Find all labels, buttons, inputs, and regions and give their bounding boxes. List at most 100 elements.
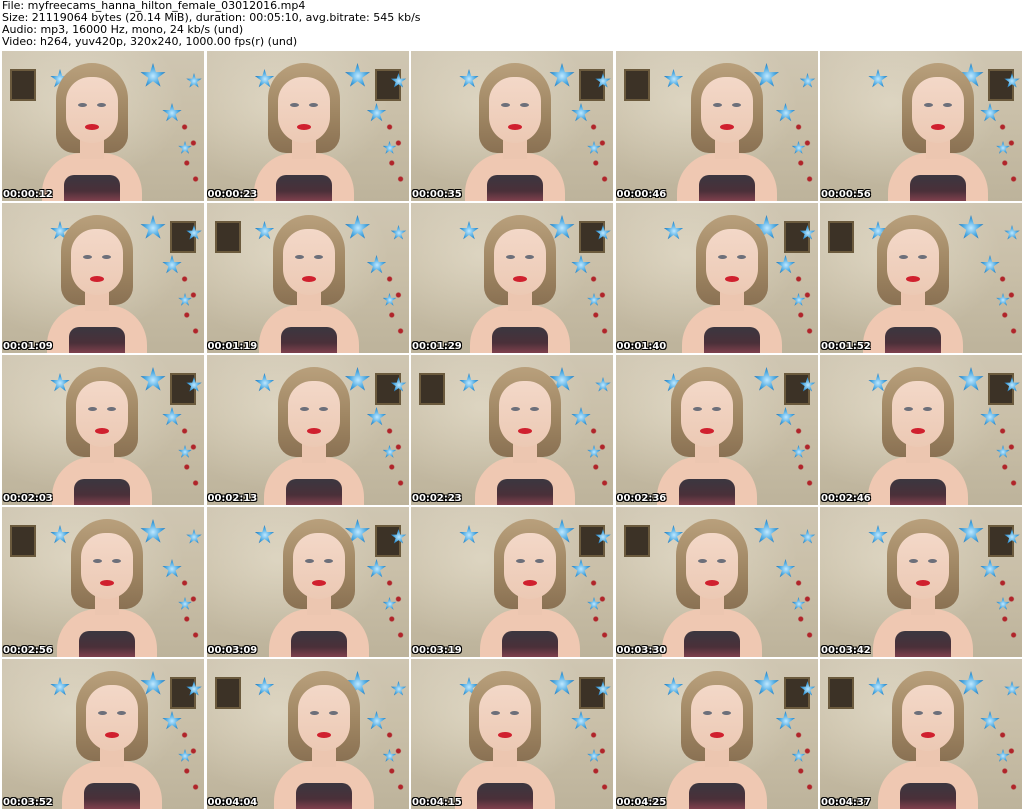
file-info-header: File: myfreecams_hanna_hilton_female_030… (2, 0, 1022, 48)
frame-timestamp: 00:02:13 (207, 493, 258, 504)
video-frame-thumbnail: 00:01:29 (411, 203, 613, 353)
person-figure (52, 367, 152, 505)
red-berry-branches (587, 567, 609, 647)
red-berry-branches (996, 719, 1018, 799)
face (297, 685, 350, 751)
clothing-top (688, 783, 745, 809)
left-eye (501, 103, 510, 107)
red-lips (306, 428, 321, 434)
left-eye (289, 103, 299, 107)
face (81, 533, 133, 599)
person-figure (258, 215, 359, 353)
face (685, 533, 738, 599)
person-figure (873, 519, 973, 657)
wall-picture-frame (10, 69, 36, 101)
right-eye (117, 711, 126, 715)
red-berry-branches (587, 263, 609, 343)
face (287, 381, 340, 447)
clothing-top (275, 175, 332, 201)
left-eye (98, 711, 107, 715)
frame-timestamp: 00:01:52 (821, 341, 871, 352)
clothing-top (497, 479, 553, 505)
person-figure (878, 671, 978, 809)
right-eye (510, 711, 519, 715)
right-eye (928, 559, 937, 563)
frame-timestamp: 00:02:23 (412, 493, 462, 504)
red-berry-branches (587, 111, 609, 191)
left-eye (717, 255, 727, 259)
clothing-top (885, 327, 941, 353)
red-berry-branches (178, 415, 200, 495)
right-eye (933, 711, 942, 715)
right-eye (530, 407, 539, 411)
red-berry-branches (996, 111, 1018, 191)
red-berry-branches (382, 263, 405, 343)
wall-picture-frame (214, 221, 241, 253)
wall-picture-frame (214, 677, 241, 709)
red-lips (90, 276, 104, 282)
left-eye (702, 711, 712, 715)
right-eye (918, 255, 927, 259)
red-berry-branches (178, 719, 200, 799)
red-lips (316, 732, 331, 738)
left-eye (83, 255, 92, 259)
face (680, 381, 733, 447)
person-figure (455, 671, 555, 809)
person-figure (470, 215, 570, 353)
clothing-top (492, 327, 548, 353)
clothing-top (64, 175, 120, 201)
person-figure (263, 367, 364, 505)
video-frame-thumbnail: 00:02:46 (820, 355, 1022, 505)
face (897, 533, 949, 599)
red-lips (719, 124, 734, 130)
clothing-top (477, 783, 533, 809)
right-eye (323, 559, 333, 563)
red-lips (301, 276, 316, 282)
frame-timestamp: 00:02:56 (3, 645, 53, 656)
right-eye (102, 255, 111, 259)
red-berry-branches (382, 415, 405, 495)
red-berry-branches (178, 567, 200, 647)
face (479, 685, 531, 751)
video-frame-thumbnail: 00:02:03 (2, 355, 204, 505)
right-eye (313, 255, 323, 259)
red-berry-branches (587, 719, 609, 799)
wall-picture-frame (828, 221, 854, 253)
video-frame-thumbnail: 00:03:42 (820, 507, 1022, 657)
clothing-top (290, 631, 347, 657)
frame-timestamp: 00:03:30 (616, 645, 667, 656)
left-eye (491, 711, 500, 715)
red-lips (296, 124, 311, 130)
red-berry-branches (791, 719, 814, 799)
person-figure (666, 671, 767, 809)
face (494, 229, 546, 295)
frame-timestamp: 00:03:52 (3, 797, 53, 808)
video-frame-thumbnail: 00:00:12 (2, 51, 204, 201)
left-eye (304, 559, 314, 563)
clothing-top (79, 631, 135, 657)
clothing-top (900, 783, 956, 809)
left-eye (516, 559, 525, 563)
red-lips (704, 580, 719, 586)
person-figure (57, 519, 157, 657)
frame-timestamp: 00:02:36 (616, 493, 667, 504)
red-lips (724, 276, 739, 282)
video-frame-thumbnail: 00:02:36 (615, 355, 818, 505)
clothing-top (502, 631, 558, 657)
wall-picture-frame (828, 677, 854, 709)
video-frame-thumbnail: 00:01:19 (206, 203, 409, 353)
wall-picture-frame (623, 525, 650, 557)
red-berry-branches (178, 263, 200, 343)
wall-picture-frame (419, 373, 445, 405)
left-eye (511, 407, 520, 411)
red-berry-branches (791, 567, 814, 647)
frame-timestamp: 00:03:42 (821, 645, 871, 656)
video-frame-thumbnail: 00:03:09 (206, 507, 409, 657)
red-berry-branches (791, 111, 814, 191)
right-eye (328, 711, 338, 715)
wall-picture-frame (10, 525, 36, 557)
frame-timestamp: 00:00:12 (3, 189, 53, 200)
face (912, 77, 964, 143)
right-eye (520, 103, 529, 107)
clothing-top (69, 327, 125, 353)
